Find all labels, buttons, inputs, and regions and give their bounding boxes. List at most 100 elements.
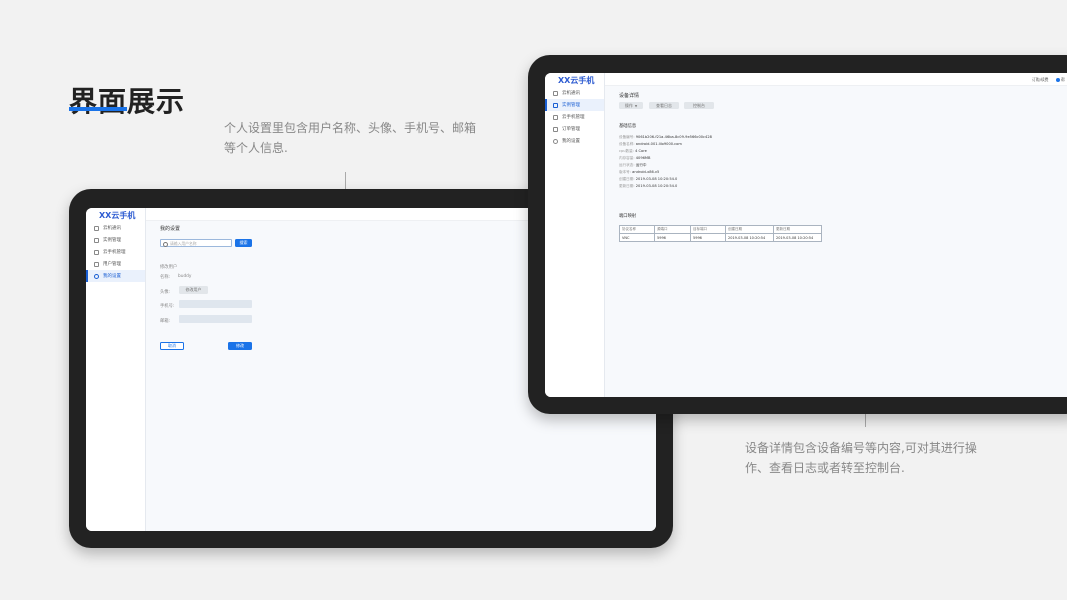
info-value: 4096MB xyxy=(635,156,651,160)
info-value: 2019-03-08 10:20:54.0 xyxy=(635,177,678,181)
search-icon xyxy=(163,241,168,247)
info-key: 运行状态: xyxy=(619,163,635,167)
info-row: 版本号: android-x86.v5 xyxy=(619,169,712,176)
sidebar-item-label: 云手机管理 xyxy=(562,115,585,120)
app-logo: XX云手机 xyxy=(558,76,595,85)
table-row: VNC 5996 5996 2019-03-08 10:20:54 2019-0… xyxy=(619,233,822,242)
sidebar-item-settings[interactable]: 我的设置 xyxy=(545,135,604,147)
sidebar-item-instances[interactable]: 实例管理 xyxy=(86,234,145,246)
phone-icon xyxy=(553,114,558,120)
search-input[interactable]: 请输入用户名称 xyxy=(160,239,232,247)
gear-icon xyxy=(553,138,558,144)
phone-icon xyxy=(94,249,99,255)
basic-info-list: 设备编号: 9061b206-f21a-46ba-8c09-9e566c00c4… xyxy=(619,134,712,190)
app-logo: XX云手机 xyxy=(99,211,136,220)
email-field[interactable] xyxy=(179,315,252,323)
avatar-label: 头像: xyxy=(160,290,171,295)
column-header: 更新日期 xyxy=(773,225,822,234)
table-cell: 2019-03-08 10:20:54 xyxy=(773,233,822,242)
name-label: 名称: xyxy=(160,275,171,280)
info-value: 运行中 xyxy=(635,163,647,167)
users-icon xyxy=(94,261,99,267)
view-logs-button[interactable]: 查看日志 xyxy=(649,102,679,109)
gear-icon xyxy=(94,273,99,279)
title-underline xyxy=(69,107,127,111)
sidebar-item-label: 我的设置 xyxy=(562,139,580,144)
cancel-button[interactable]: 取消 xyxy=(160,342,184,350)
detail-screen: XX云手机 云机通讯 实例管理 云手机管理 订单管理 我的设置 订购/续费 帮 … xyxy=(545,73,1067,397)
header-bar xyxy=(605,73,1067,86)
detail-caption: 设备详情包含设备编号等内容,可对其进行操作、查看日志或者转至控制台. xyxy=(745,441,977,475)
sidebar-item-label: 云手机管理 xyxy=(103,250,126,255)
info-row: 设备名称: android-001.lilo9000.com xyxy=(619,141,712,148)
sidebar-item-orders[interactable]: 订单管理 xyxy=(545,123,604,135)
sidebar-item-users[interactable]: 用户管理 xyxy=(86,258,145,270)
sidebar-item-label: 实例管理 xyxy=(562,103,580,108)
operate-label: 操作 xyxy=(624,102,633,108)
info-row: cpu数量: 4 Core xyxy=(619,148,712,155)
breadcrumb: 设备详情 xyxy=(619,93,640,99)
orders-icon xyxy=(553,126,558,132)
info-value: 4 Core xyxy=(635,149,647,153)
info-key: 更新日期: xyxy=(619,184,635,188)
column-header: 创建日期 xyxy=(725,225,774,234)
info-row: 设备编号: 9061b206-f21a-46ba-8c09-9e566c00c4… xyxy=(619,134,712,141)
console-button[interactable]: 控制台 xyxy=(684,102,714,109)
help-link[interactable]: 帮 xyxy=(1056,77,1065,83)
info-key: 内存容量: xyxy=(619,156,635,160)
sidebar-item-cloud[interactable]: 云机通讯 xyxy=(86,222,145,234)
sidebar-item-cloud[interactable]: 云机通讯 xyxy=(545,87,604,99)
sidebar-item-label: 云机通讯 xyxy=(103,226,121,231)
search-placeholder: 请输入用户名称 xyxy=(170,241,197,247)
phone-label: 手机号: xyxy=(160,304,175,309)
page-title: 界面展示 xyxy=(69,85,186,118)
table-cell: 2019-03-08 10:20:54 xyxy=(725,233,774,242)
table-cell: 5996 xyxy=(654,233,691,242)
table-cell: 5996 xyxy=(690,233,726,242)
info-key: 设备名称: xyxy=(619,142,635,146)
settings-caption: 个人设置里包含用户名称、头像、手机号、邮箱等个人信息. xyxy=(224,121,477,155)
search-button[interactable]: 搜索 xyxy=(235,239,252,247)
info-value: android-001.lilo9000.com xyxy=(635,142,682,146)
ports-title: 端口映射 xyxy=(619,214,637,219)
help-label: 帮 xyxy=(1061,77,1065,82)
info-icon xyxy=(1056,78,1060,82)
table-header-row: 协议名称 源端口 目标端口 创建日期 更新日期 xyxy=(619,225,822,234)
sidebar-item-phones[interactable]: 云手机管理 xyxy=(545,111,604,123)
name-value: buddy xyxy=(178,274,192,279)
info-value: 2019-03-08 10:20:54.0 xyxy=(635,184,678,188)
info-row: 创建日期: 2019-03-08 10:20:54.0 xyxy=(619,176,712,183)
sidebar: XX云手机 云机通讯 实例管理 云手机管理 订单管理 我的设置 xyxy=(545,73,605,397)
info-key: 设备编号: xyxy=(619,135,635,139)
basic-info-title: 基础信息 xyxy=(619,124,637,129)
cloud-icon xyxy=(553,90,558,96)
info-row: 运行状态: 运行中 xyxy=(619,162,712,169)
info-value: android-x86.v5 xyxy=(632,170,660,174)
sidebar-item-settings[interactable]: 我的设置 xyxy=(86,270,145,282)
ports-table: 协议名称 源端口 目标端口 创建日期 更新日期 VNC 5996 5996 20… xyxy=(619,225,822,242)
sidebar-item-instances[interactable]: 实例管理 xyxy=(545,99,604,111)
section-title: 修改用户 xyxy=(160,265,178,270)
instances-icon xyxy=(94,237,99,243)
table-cell: VNC xyxy=(619,233,655,242)
avatar-button[interactable]: 修改用户 xyxy=(179,286,208,294)
detail-tablet: XX云手机 云机通讯 实例管理 云手机管理 订单管理 我的设置 订购/续费 帮 … xyxy=(528,55,1067,414)
sidebar: XX云手机 云机通讯 实例管理 云手机管理 用户管理 我的设置 xyxy=(86,208,146,531)
column-header: 协议名称 xyxy=(619,225,655,234)
submit-button[interactable]: 修改 xyxy=(228,342,252,350)
operate-dropdown[interactable]: 操作 ▼ xyxy=(619,102,643,109)
instances-icon xyxy=(553,102,558,108)
sidebar-item-phones[interactable]: 云手机管理 xyxy=(86,246,145,258)
cloud-icon xyxy=(94,225,99,231)
phone-field[interactable] xyxy=(179,300,252,308)
info-key: 创建日期: xyxy=(619,177,635,181)
renew-link[interactable]: 订购/续费 xyxy=(1032,77,1048,83)
sidebar-item-label: 订单管理 xyxy=(562,127,580,132)
sidebar-item-label: 实例管理 xyxy=(103,238,121,243)
info-key: cpu数量: xyxy=(619,149,634,153)
info-value: 9061b206-f21a-46ba-8c09-9e566c00c428 xyxy=(635,135,712,139)
column-header: 目标端口 xyxy=(690,225,726,234)
breadcrumb: 我的设置 xyxy=(160,226,181,232)
column-header: 源端口 xyxy=(654,225,691,234)
sidebar-item-label: 云机通讯 xyxy=(562,91,580,96)
